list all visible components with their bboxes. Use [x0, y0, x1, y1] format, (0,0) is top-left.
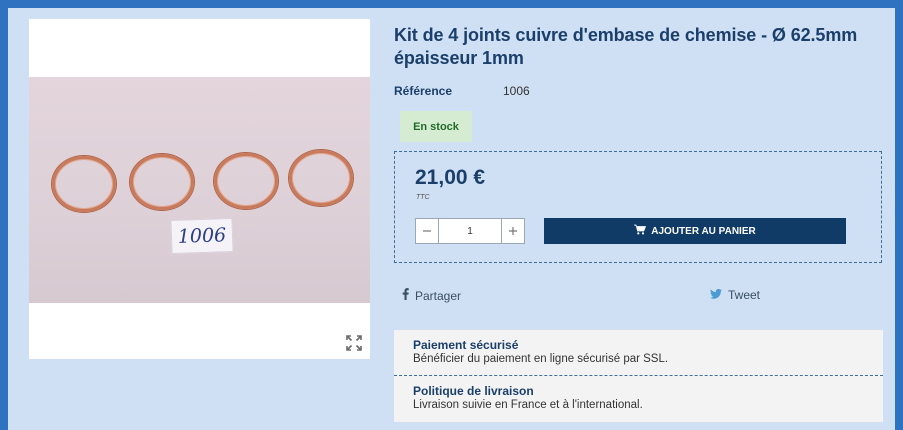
decrease-quantity-button[interactable] — [416, 219, 439, 243]
divider — [394, 375, 883, 376]
increase-quantity-button[interactable] — [501, 219, 524, 243]
gasket-ring — [214, 153, 278, 209]
tweet-link[interactable]: Tweet — [710, 288, 760, 302]
product-image-card: 1006 — [29, 19, 370, 359]
cart-icon — [634, 224, 647, 238]
shipping-policy-info: Politique de livraison Livraison suivie … — [413, 384, 643, 412]
product-photo[interactable]: 1006 — [29, 77, 370, 303]
reassurance-block: Paiement sécurisé Bénéficier du paiement… — [394, 330, 883, 422]
purchase-box: 21,00 € TTC AJOUTER AU PANIER — [394, 151, 882, 263]
shipping-policy-description: Livraison suivie en France et à l'intern… — [413, 399, 643, 411]
photo-reference-tag: 1006 — [170, 217, 234, 255]
add-to-cart-label: AJOUTER AU PANIER — [651, 225, 756, 237]
gasket-ring — [52, 156, 116, 212]
secure-payment-title: Paiement sécurisé — [413, 338, 519, 352]
reference-label: Référence — [394, 84, 453, 98]
add-to-cart-button[interactable]: AJOUTER AU PANIER — [544, 218, 846, 244]
product-price: 21,00 € — [415, 166, 486, 189]
tweet-label: Tweet — [728, 288, 761, 302]
facebook-icon — [402, 288, 409, 303]
stock-badge: En stock — [400, 111, 472, 142]
expand-icon[interactable] — [346, 335, 362, 351]
minus-icon — [423, 230, 431, 232]
shipping-policy-title: Politique de livraison — [413, 384, 534, 398]
gasket-ring — [289, 150, 353, 206]
product-panel: 1006 Kit de 4 joints cuivre d'embase de … — [8, 8, 895, 430]
quantity-stepper — [415, 218, 525, 244]
quantity-input[interactable] — [439, 219, 501, 243]
share-label: Partager — [415, 288, 462, 303]
plus-icon — [509, 227, 517, 235]
twitter-icon — [710, 288, 722, 302]
reference-value: 1006 — [503, 84, 530, 98]
gasket-ring — [130, 154, 194, 210]
product-title: Kit de 4 joints cuivre d'embase de chemi… — [394, 25, 858, 68]
share-facebook-link[interactable]: Partager — [402, 288, 461, 303]
secure-payment-description: Bénéficier du paiement en ligne sécurisé… — [413, 353, 669, 365]
tax-label: TTC — [416, 194, 430, 201]
secure-payment-info: Paiement sécurisé Bénéficier du paiement… — [413, 338, 668, 366]
